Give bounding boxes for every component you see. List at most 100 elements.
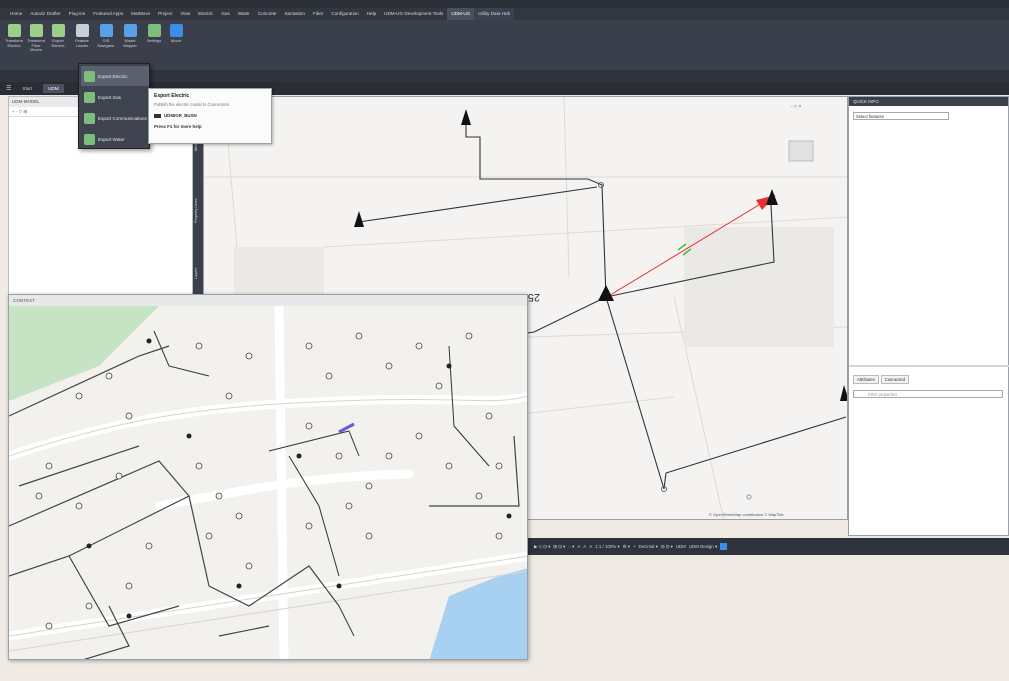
menu-item-gas[interactable]: Gas: [217, 8, 233, 20]
transformer-symbol[interactable]: [354, 211, 364, 227]
transformer-symbol[interactable]: [598, 285, 614, 301]
status-item[interactable]: ⚙ ▾: [623, 544, 630, 550]
tab-udm[interactable]: UDM: [43, 84, 64, 93]
panel-splitter[interactable]: [849, 365, 1009, 367]
menu-item-configuration[interactable]: Configuration: [327, 8, 362, 20]
menu-item-matmove[interactable]: MatMove: [127, 8, 154, 20]
ribbon-button-label: GIS Navigator: [97, 38, 115, 48]
status-item[interactable]: UDM Design ▾: [689, 544, 717, 550]
status-item[interactable]: A: [583, 544, 586, 549]
ribbon-button-export-electric[interactable]: Export Electric: [48, 24, 68, 48]
ribbon-button-label: Model Mapper: [123, 38, 137, 48]
menu-item-view[interactable]: View: [176, 8, 194, 20]
ribbon-button-settings[interactable]: Settings: [144, 24, 164, 44]
export-communications-icon: [84, 112, 95, 124]
ribbon-button-label: Settings: [146, 38, 162, 43]
selected-feature[interactable]: [338, 422, 355, 434]
menu-item-export-communications[interactable]: Export Communications: [81, 108, 149, 128]
tooltip-command: UDMIGR_BUSN: [154, 113, 266, 118]
status-item[interactable]: ◌ ▾: [568, 544, 574, 550]
ribbon-button-about[interactable]: About: [166, 24, 186, 44]
view-cube[interactable]: [788, 140, 814, 162]
menu-item-autoviz-drafter[interactable]: Autoviz Drafter: [26, 8, 64, 20]
menu-item-concrete[interactable]: Concrete: [254, 8, 281, 20]
side-tab-layers[interactable]: Layers: [194, 256, 202, 291]
transform-electric-icon: [7, 24, 21, 37]
ribbon-button-transform-electric[interactable]: Transform Electric: [4, 24, 24, 48]
property-filter-input[interactable]: Filter properties: [853, 390, 1003, 398]
menu-item-udm-ug[interactable]: UDM-UG: [447, 8, 475, 20]
transformer-symbol[interactable]: [766, 189, 778, 205]
title-bar: [0, 0, 1009, 8]
feature-loader-icon: [75, 24, 89, 37]
status-item[interactable]: UDM: [676, 544, 686, 549]
ribbon-button-feature-loader[interactable]: Feature Loader: [72, 24, 92, 48]
export-electric-icon: [51, 24, 65, 37]
tab-connected[interactable]: Connected: [880, 375, 909, 384]
tab-attributes[interactable]: Attributes: [853, 375, 879, 384]
menu-item-export-gas[interactable]: Export Gas: [81, 87, 149, 107]
ribbon-button-label: Feature Loader: [75, 38, 89, 48]
command-icon: [154, 113, 161, 118]
ribbon-button-label: Transform Fiber Moves: [26, 38, 46, 53]
status-item[interactable]: A: [577, 544, 580, 549]
status-item[interactable]: Decimal ▾: [639, 544, 658, 550]
status-item[interactable]: ▶ ◇ ⊡ ▾: [534, 544, 550, 550]
service-points[interactable]: [35, 332, 503, 630]
tooltip-title: Export Electric: [154, 93, 190, 99]
context-map-canvas[interactable]: [9, 306, 528, 660]
menu-item-project[interactable]: Project: [154, 8, 176, 20]
menu-item-export-electric[interactable]: Export Electric: [81, 66, 149, 86]
quick-info-palette: QUICK INFO Select features Attributes Co…: [848, 96, 1009, 536]
status-item[interactable]: 1:1 / 100% ▾: [595, 544, 619, 550]
status-item[interactable]: ⊞ ⊡ ▾: [553, 544, 565, 550]
export-water-icon: [84, 133, 95, 145]
ribbon-button-label: Export Electric: [51, 38, 65, 48]
ribbon-panel-footer: [0, 70, 1009, 82]
ribbon-button-gis-navigator[interactable]: GIS Navigator: [96, 24, 116, 48]
gis-navigator-icon: [99, 24, 113, 37]
ribbon-button-model-mapper[interactable]: Model Mapper: [120, 24, 140, 48]
menu-item-electric[interactable]: Electric: [194, 8, 217, 20]
menu-bar: Home Autoviz Drafter Plug-ins Featured Apps…: [0, 8, 1009, 20]
menu-item-udm-ug-development-tools[interactable]: UDM-UG Development Tools: [380, 8, 447, 20]
menu-item-help[interactable]: Help: [363, 8, 380, 20]
menu-item-water[interactable]: Water: [234, 8, 254, 20]
transform-fiber-icon: [29, 24, 43, 37]
status-item[interactable]: ⊟ ⊡ ▾: [661, 544, 673, 550]
menu-item-sanitation[interactable]: Sanitation: [280, 8, 308, 20]
viewport-controls[interactable]: - □ ×: [791, 104, 801, 110]
export-gas-icon: [84, 91, 95, 103]
status-item[interactable]: A: [589, 544, 592, 549]
command-tooltip: Export Electric Publish the electric mod…: [148, 88, 272, 144]
model-mapper-icon: [123, 24, 137, 37]
feature-select-dropdown[interactable]: Select features: [853, 112, 949, 120]
export-dropdown-menu: Export Electric Export Gas Export Commun…: [78, 63, 150, 149]
export-electric-icon: [84, 70, 95, 82]
transformer-symbol[interactable]: [840, 385, 848, 401]
status-bar: ▶ ◇ ⊡ ▾ ⊞ ⊡ ▾ ◌ ▾ A A A 1:1 / 100% ▾ ⚙ ▾ + Decima…: [524, 538, 1009, 555]
status-item[interactable]: +: [633, 544, 636, 549]
ribbon-button-label: About: [170, 38, 182, 43]
ribbon-button-label: Transform Electric: [4, 38, 24, 48]
menu-item-utility-data-hub[interactable]: Utility Data Hub: [474, 8, 515, 20]
menu-item-featured-apps[interactable]: Featured Apps: [89, 8, 127, 20]
menu-item-fiber[interactable]: Fiber: [309, 8, 327, 20]
ribbon-button-transform-fiber-moves[interactable]: Transform Fiber Moves: [26, 24, 46, 53]
context-map-title: CONTEXT: [9, 295, 527, 306]
menu-item-home[interactable]: Home: [6, 8, 26, 20]
info-tabs: Attributes Connected: [853, 375, 909, 384]
side-tab-property-lines[interactable]: Property Lines: [194, 181, 202, 241]
menu-icon[interactable]: ☰: [6, 85, 11, 92]
transformer-symbol[interactable]: [461, 109, 471, 125]
quick-info-title: QUICK INFO: [849, 97, 1008, 106]
context-map-window[interactable]: CONTEXT: [8, 294, 528, 660]
status-toggle-icon[interactable]: [720, 543, 728, 550]
tooltip-description: Publish the electric model to Connectors: [154, 102, 229, 107]
map-attribution: © OpenStreetMap contributors © MapTiler: [709, 512, 785, 517]
tooltip-help: Press F1 for more help: [154, 124, 202, 129]
tab-start[interactable]: Start: [17, 84, 37, 93]
menu-item-plug-ins[interactable]: Plug-ins: [65, 8, 90, 20]
menu-item-export-water[interactable]: Export Water: [81, 129, 149, 149]
settings-icon: [147, 24, 161, 37]
